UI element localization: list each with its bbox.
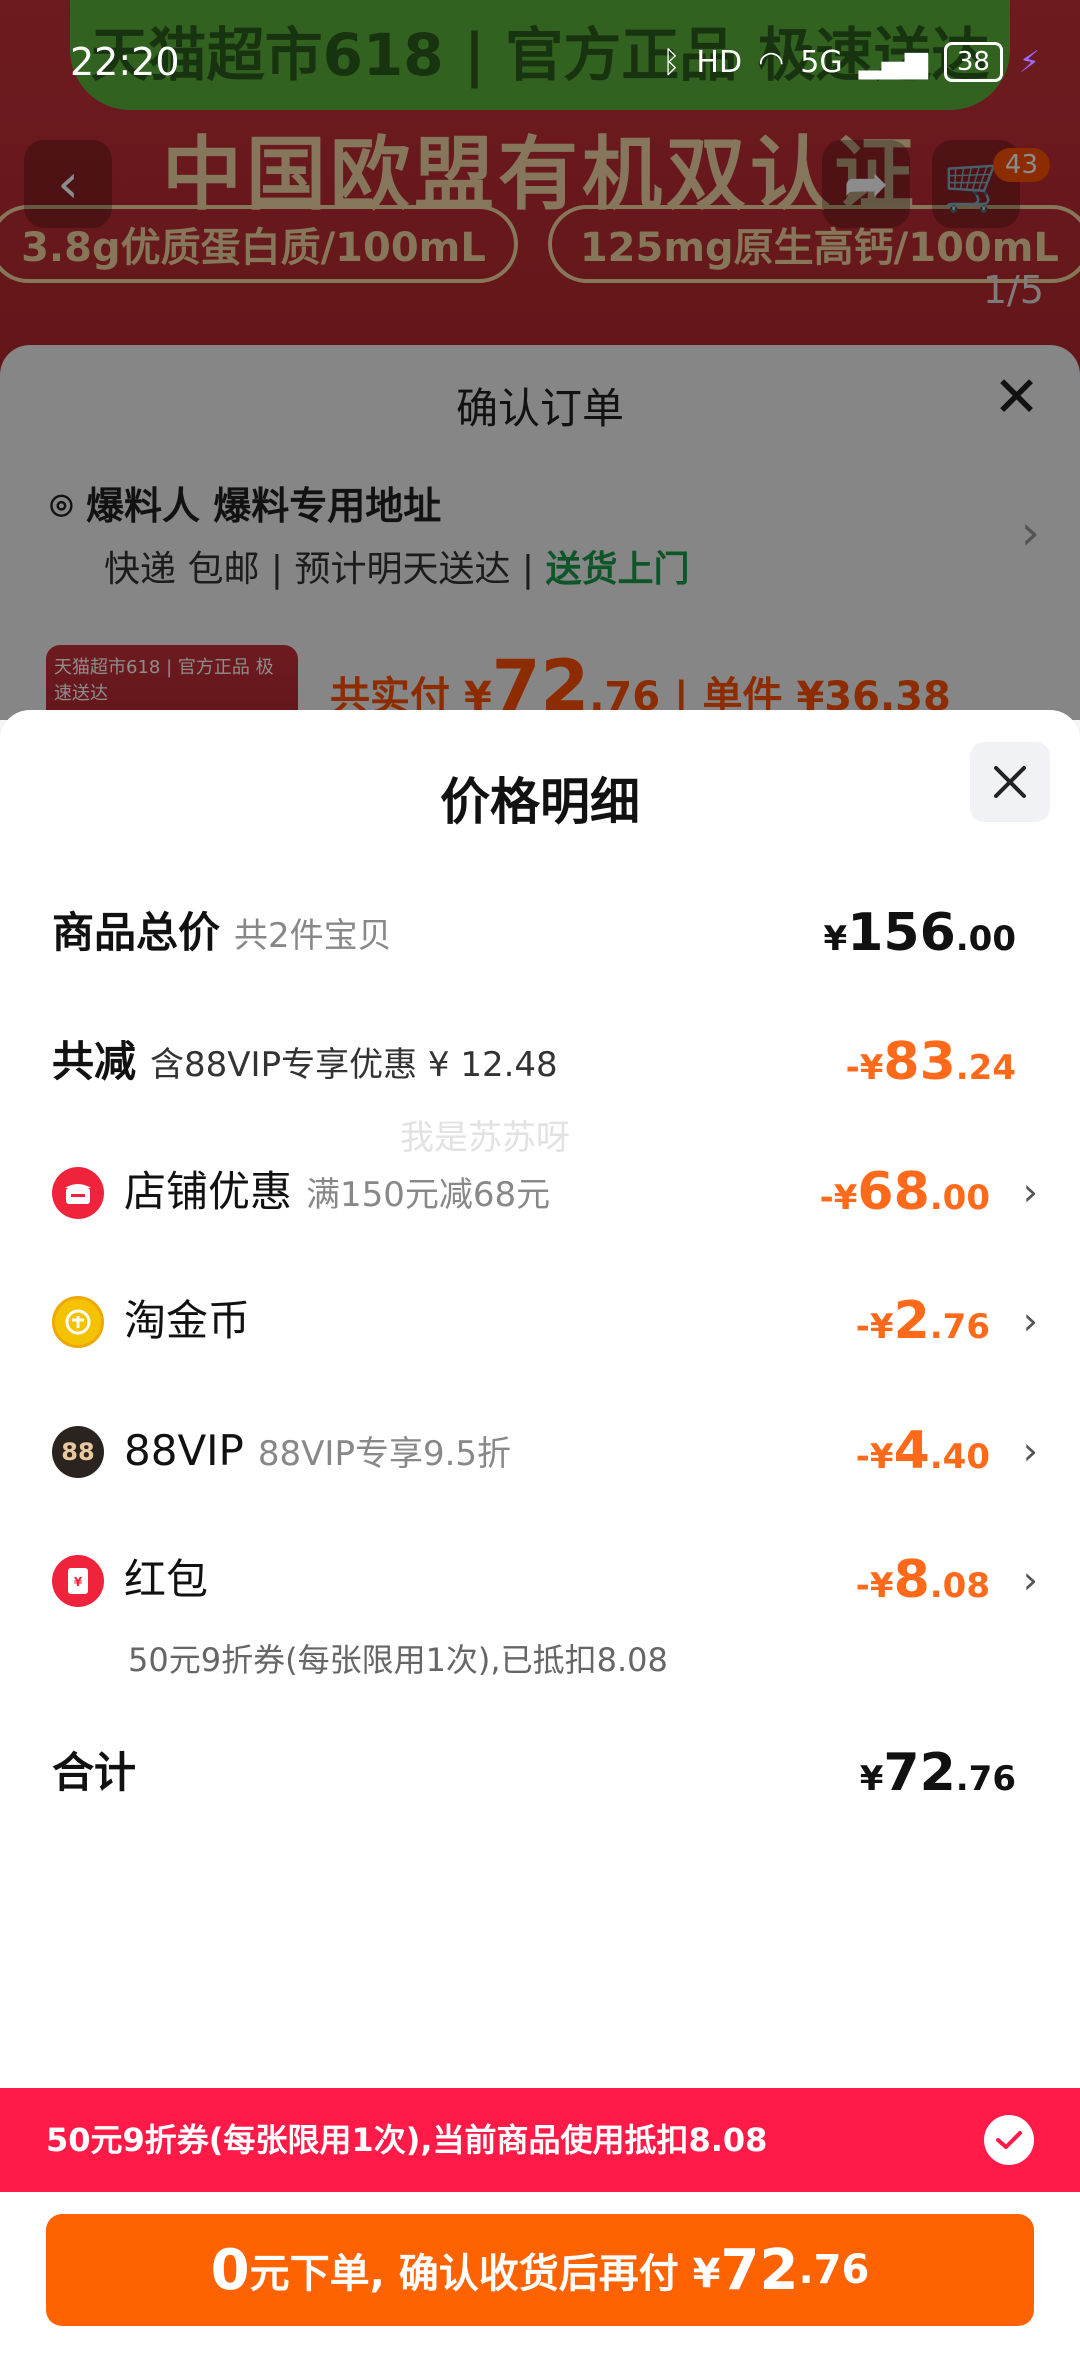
- pay-zero: 0: [210, 2237, 250, 2303]
- store-discount-label: 店铺优惠 满150元减68元: [124, 1147, 550, 1240]
- chevron-right-icon: ›: [1022, 1170, 1038, 1214]
- signal-icon: ▂▄▆: [858, 44, 928, 80]
- amount-dec: .24: [955, 1048, 1016, 1088]
- check-circle-icon[interactable]: [984, 2115, 1034, 2165]
- vip-sub: 88VIP专享9.5折: [257, 1434, 512, 1474]
- currency-symbol: -¥: [845, 1048, 884, 1088]
- discount-total-sub: 含88VIP专享优惠 ¥ 12.48: [150, 1045, 558, 1085]
- chevron-right-icon: ›: [1022, 1558, 1038, 1602]
- svg-text:¥: ¥: [74, 1575, 83, 1589]
- amount-int: 8: [893, 1550, 930, 1610]
- red-envelope-row[interactable]: ¥ 红包 -¥8.08 › 50元9折券(每张限用1次),已抵扣8.08: [0, 1535, 1080, 1685]
- total-price-label: 商品总价 共2件宝贝: [52, 888, 392, 981]
- watermark: 我是苏苏呀: [400, 1118, 570, 1158]
- pay-int: 72: [720, 2237, 799, 2303]
- total-price-sub: 共2件宝贝: [234, 916, 392, 956]
- pay-button[interactable]: 0 元下单, 确认收货后再付 ¥ 72 .76: [46, 2214, 1034, 2326]
- amount-int: 83: [883, 1032, 956, 1092]
- pay-text: 元下单, 确认收货后再付 ¥: [249, 2251, 721, 2297]
- total-price-row: 商品总价 共2件宝贝 ¥156.00: [0, 888, 1080, 978]
- sum-label: 合计: [52, 1748, 137, 1797]
- sum-amount: ¥72.76: [860, 1728, 1016, 1830]
- store-discount-label-text: 店铺优惠: [124, 1167, 293, 1216]
- amount-dec: .76: [955, 1759, 1016, 1799]
- coupon-banner[interactable]: 50元9折券(每张限用1次),当前商品使用抵扣8.08: [0, 2088, 1080, 2192]
- vip-row[interactable]: 88 88VIP 88VIP专享9.5折 -¥4.40 ›: [0, 1406, 1080, 1496]
- red-envelope-note: 50元9折券(每张限用1次),已抵扣8.08: [128, 1641, 668, 1679]
- currency-symbol: -¥: [819, 1178, 858, 1218]
- amount-dec: .40: [929, 1437, 990, 1477]
- chevron-right-icon: ›: [1022, 1299, 1038, 1343]
- store-discount-sub: 满150元减68元: [306, 1175, 551, 1215]
- taojinbi-row[interactable]: 淘金币 -¥2.76 ›: [0, 1276, 1080, 1366]
- vip-label-text: 88VIP: [124, 1426, 244, 1475]
- discount-total-label: 共减 含88VIP专享优惠 ¥ 12.48: [52, 1017, 558, 1110]
- chevron-right-icon: ›: [1022, 1429, 1038, 1473]
- taojinbi-amount: -¥2.76: [856, 1276, 990, 1378]
- currency-symbol: ¥: [859, 1759, 884, 1799]
- vip-88-icon: 88: [52, 1426, 104, 1478]
- status-icons: ᛒ HD ◠ 5G ▂▄▆ 38 ⚡: [662, 42, 1040, 82]
- amount-int: 156: [847, 903, 956, 963]
- amount-dec: .08: [929, 1566, 990, 1606]
- battery-icon: 38: [943, 42, 1003, 82]
- close-icon: [994, 766, 1026, 798]
- close-button[interactable]: [970, 742, 1050, 822]
- amount-int: 2: [893, 1291, 930, 1351]
- network-label: 5G: [800, 44, 843, 80]
- currency-symbol: -¥: [855, 1307, 894, 1347]
- total-price-amount: ¥156.00: [824, 888, 1016, 990]
- total-price-label-text: 商品总价: [52, 908, 221, 957]
- currency-symbol: -¥: [855, 1437, 894, 1477]
- amount-int: 4: [893, 1421, 930, 1481]
- red-envelope-label: 红包: [124, 1555, 209, 1604]
- currency-symbol: ¥: [823, 919, 848, 959]
- store-icon: [52, 1167, 104, 1219]
- vip-amount: -¥4.40: [856, 1406, 990, 1508]
- discount-total-row: 共减 含88VIP专享优惠 ¥ 12.48 -¥83.24: [0, 1017, 1080, 1107]
- red-envelope-amount: -¥8.08: [856, 1535, 990, 1637]
- amount-int: 72: [883, 1743, 956, 1803]
- sum-row: 合计 ¥72.76: [0, 1728, 1080, 1818]
- coupon-text: 50元9折券(每张限用1次),当前商品使用抵扣8.08: [46, 2121, 768, 2159]
- amount-int: 68: [857, 1162, 930, 1222]
- gold-coin-icon: [52, 1296, 104, 1348]
- amount-dec: .00: [929, 1178, 990, 1218]
- currency-symbol: -¥: [855, 1566, 894, 1606]
- wifi-icon: ◠: [758, 44, 785, 80]
- charging-icon: ⚡: [1018, 44, 1040, 80]
- status-bar: 22:20 ᛒ HD ◠ 5G ▂▄▆ 38 ⚡: [0, 0, 1080, 120]
- red-envelope-icon: ¥: [52, 1555, 104, 1607]
- status-time: 22:20: [70, 40, 180, 84]
- price-detail-title: 价格明细: [440, 773, 640, 831]
- store-discount-row[interactable]: 店铺优惠 满150元减68元 -¥68.00 ›: [0, 1147, 1080, 1237]
- bluetooth-icon: ᛒ: [662, 44, 681, 80]
- discount-total-amount: -¥83.24: [846, 1017, 1016, 1119]
- amount-dec: .00: [955, 919, 1016, 959]
- vip-label: 88VIP 88VIP专享9.5折: [124, 1406, 511, 1499]
- store-discount-amount: -¥68.00: [820, 1147, 990, 1249]
- discount-total-label-text: 共减: [52, 1037, 137, 1086]
- taojinbi-label: 淘金币: [124, 1296, 251, 1345]
- pay-dec: .76: [798, 2247, 870, 2293]
- hd-icon: HD: [696, 44, 743, 80]
- amount-dec: .76: [929, 1307, 990, 1347]
